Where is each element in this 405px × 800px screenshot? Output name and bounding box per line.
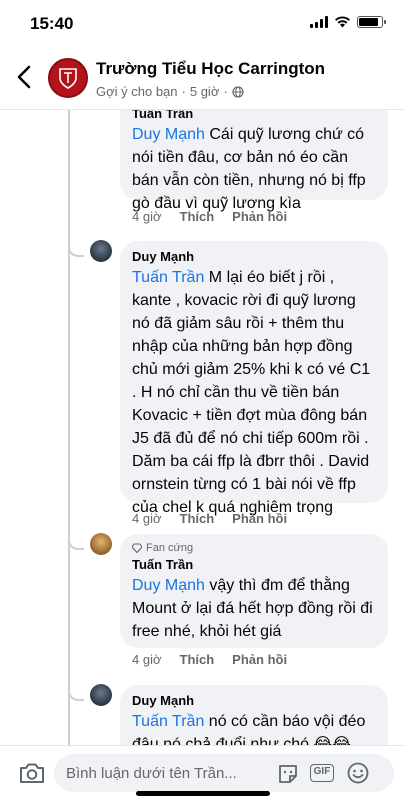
- comment-actions: 4 giờ Thích Phản hồi: [132, 209, 287, 224]
- chevron-left-icon[interactable]: [12, 62, 38, 92]
- comment-time[interactable]: 4 giờ: [132, 652, 162, 667]
- diamond-icon: [132, 543, 142, 553]
- status-time: 15:40: [30, 14, 74, 33]
- fan-badge[interactable]: Fan cứng: [132, 541, 376, 555]
- comment-author[interactable]: Duy Mạnh: [132, 692, 376, 710]
- sticker-icon[interactable]: [276, 762, 300, 786]
- crest-icon: [59, 68, 77, 89]
- suggested-label: Gợi ý cho bạn: [96, 84, 178, 99]
- home-indicator: [136, 791, 270, 796]
- meta-separator: ·: [181, 84, 186, 99]
- comment-input[interactable]: [66, 754, 266, 792]
- comment-author[interactable]: Duy Mạnh: [132, 248, 376, 266]
- comment-actions: 4 giờ Thích Phản hồi: [132, 511, 287, 526]
- emoji-icon[interactable]: [346, 761, 370, 785]
- like-button[interactable]: Thích: [180, 209, 215, 224]
- comment-mention[interactable]: Tuấn Trần: [132, 713, 204, 730]
- comment-time[interactable]: 4 giờ: [132, 209, 162, 224]
- comment-thread: Tuấn Trần Duy Mạnh Cái quỹ lương chứ có …: [0, 110, 405, 745]
- battery-icon: [357, 16, 386, 28]
- comment-mention[interactable]: Duy Mạnh: [132, 577, 205, 594]
- thread-branch: [68, 687, 84, 701]
- post-age: 5 giờ: [189, 84, 220, 99]
- thread-branch: [68, 243, 84, 257]
- badge-label: Fan cứng: [146, 542, 194, 554]
- reply-button[interactable]: Phản hồi: [232, 511, 287, 526]
- comment-time[interactable]: 4 giờ: [132, 511, 162, 526]
- avatar[interactable]: [90, 533, 112, 555]
- thread-branch: [68, 536, 84, 550]
- comment-text: Tuấn Trần M lại éo biết j rồi , kante , …: [132, 266, 376, 519]
- status-bar: 15:40: [0, 0, 405, 48]
- like-button[interactable]: Thích: [180, 652, 215, 667]
- camera-icon[interactable]: [18, 760, 46, 786]
- meta-separator: ·: [223, 84, 228, 99]
- comment-bubble[interactable]: Duy Mạnh Tuấn Trần nó có cần báo vội đéo…: [120, 685, 388, 745]
- thread-line: [68, 110, 70, 745]
- wifi-icon: [335, 16, 350, 28]
- status-icons: [310, 16, 386, 28]
- comment-mention[interactable]: Tuấn Trần: [132, 269, 204, 286]
- reply-button[interactable]: Phản hồi: [232, 209, 287, 224]
- battery-level: [359, 18, 378, 26]
- group-avatar[interactable]: [48, 58, 88, 98]
- comment-bubble[interactable]: Duy Mạnh Tuấn Trần M lại éo biết j rồi ,…: [120, 241, 388, 516]
- avatar[interactable]: [90, 684, 112, 706]
- comment-text: Duy Mạnh Cái quỹ lương chứ có nói tiền đ…: [132, 123, 376, 215]
- reply-button[interactable]: Phản hồi: [232, 652, 287, 667]
- comment-author[interactable]: Tuấn Trần: [132, 110, 376, 123]
- avatar[interactable]: [90, 240, 112, 262]
- comment-author[interactable]: Tuấn Trần: [132, 556, 376, 574]
- like-button[interactable]: Thích: [180, 511, 215, 526]
- comment-mention[interactable]: Duy Mạnh: [132, 126, 205, 143]
- post-meta: Gợi ý cho bạn · 5 giờ ·: [96, 84, 244, 99]
- signal-icon: [310, 16, 328, 28]
- comment-text: Tuấn Trần nó có cần báo vội đéo đâu nó c…: [132, 710, 376, 745]
- gif-button[interactable]: GIF: [310, 764, 334, 782]
- comment-box: GIF: [54, 754, 394, 792]
- group-title[interactable]: Trường Tiểu Học Carrington: [96, 59, 325, 79]
- comment-text: Duy Mạnh vậy thì đm để thằng Mount ở lại…: [132, 574, 376, 643]
- globe-icon: [232, 85, 244, 98]
- post-header: Trường Tiểu Học Carrington Gợi ý cho bạn…: [0, 48, 405, 110]
- comment-bubble[interactable]: Fan cứng Tuấn Trần Duy Mạnh vậy thì đm đ…: [120, 534, 388, 648]
- comment-bubble[interactable]: Tuấn Trần Duy Mạnh Cái quỹ lương chứ có …: [120, 110, 388, 212]
- comment-actions: 4 giờ Thích Phản hồi: [132, 652, 287, 667]
- comment-body: M lại éo biết j rồi , kante , kovacic rờ…: [132, 269, 371, 516]
